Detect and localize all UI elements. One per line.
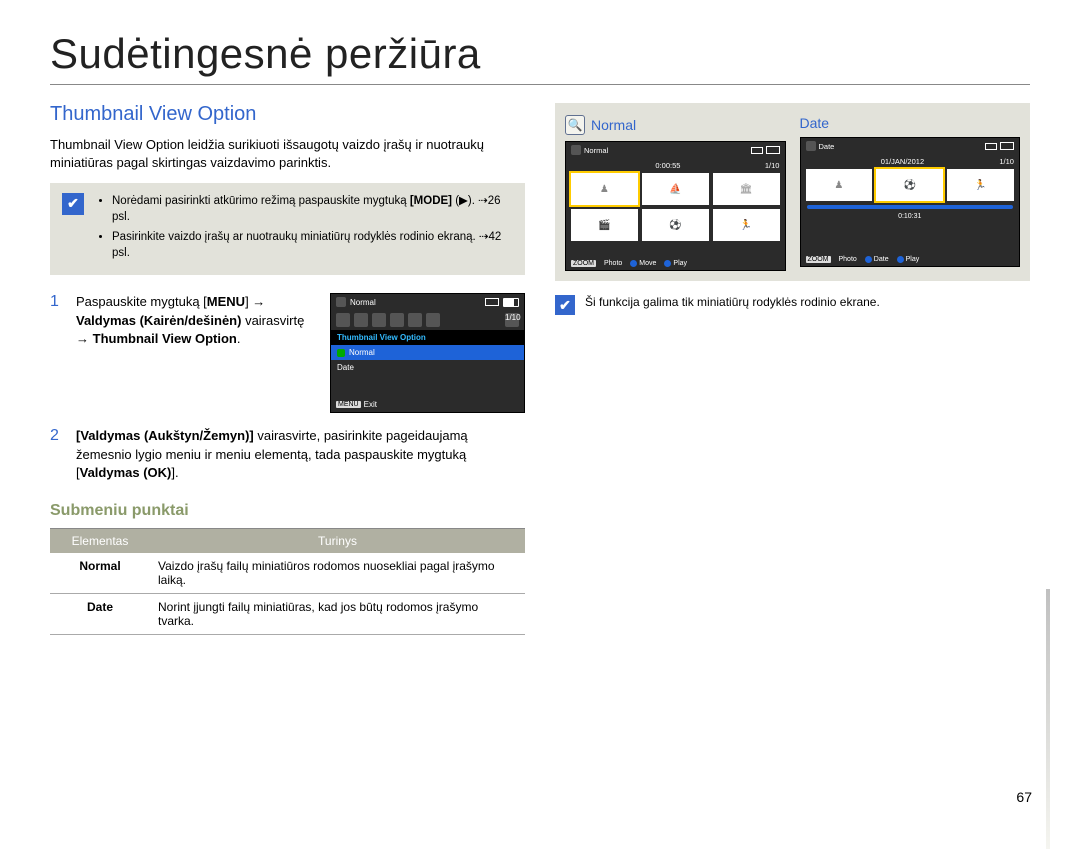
tip-box: ✔ Norėdami pasirinkti atkūrimo režimą pa… xyxy=(50,183,525,275)
check-icon: ✔ xyxy=(62,193,84,215)
thumbnail-cell[interactable]: ⚽ xyxy=(642,209,709,241)
timeline-bar[interactable] xyxy=(807,205,1014,209)
thumbnail-cell[interactable]: ⛵ xyxy=(642,173,709,205)
step-number: 2 xyxy=(50,427,64,482)
th-content: Turinys xyxy=(150,529,525,554)
submenu-table: Elementas Turinys Normal Vaizdo įrašų fa… xyxy=(50,528,525,635)
thumbnail-cell[interactable]: 🏃 xyxy=(947,169,1014,201)
check-icon: ✔ xyxy=(555,295,575,315)
menu-header: Thumbnail View Option xyxy=(331,330,524,345)
thumbnail-cell[interactable]: ⚽ xyxy=(876,169,943,201)
th-element: Elementas xyxy=(50,529,150,554)
preview-normal-screen: Normal 0:00:551/10 ♟ ⛵ 🏛 🎬 ⚽ 🏃 ZOOMPhoto xyxy=(565,141,786,271)
magnifier-icon: 🔍 xyxy=(565,115,585,135)
table-row: Normal Vaizdo įrašų failų miniatiūros ro… xyxy=(50,553,525,594)
preview-date-label: Date xyxy=(800,115,830,131)
section-heading: Thumbnail View Option xyxy=(50,103,525,126)
step-2-text: [Valdymas (Aukštyn/Žemyn)] vairasvirte, … xyxy=(76,427,525,482)
thumbnail-cell[interactable]: ♟ xyxy=(571,173,638,205)
thumbnail-cell[interactable]: ♟ xyxy=(806,169,873,201)
tip-item: Norėdami pasirinkti atkūrimo režimą pasp… xyxy=(112,193,513,225)
thumbnail-cell[interactable]: 🎬 xyxy=(571,209,638,241)
step-1-text: Paspauskite mygtuką [MENU] → Valdymas (K… xyxy=(76,293,318,413)
menu-screenshot: Normal 1/10 Thumbnail View Option Normal… xyxy=(330,293,525,413)
submenu-heading: Submeniu punktai xyxy=(50,502,525,520)
menu-exit[interactable]: MENUExit xyxy=(336,400,377,409)
note-text: Ši funkcija galima tik miniatiūrų rodykl… xyxy=(585,295,880,309)
thumbnail-cell[interactable]: 🏛 xyxy=(713,173,780,205)
page-number: 67 xyxy=(1016,789,1032,805)
tip-item: Pasirinkite vaizdo įrašų ar nuotraukų mi… xyxy=(112,229,513,261)
section-intro: Thumbnail View Option leidžia surikiuoti… xyxy=(50,136,525,171)
table-row: Date Norint įjungti failų miniatiūras, k… xyxy=(50,594,525,635)
menu-item-normal[interactable]: Normal xyxy=(331,345,524,360)
preview-normal-label: Normal xyxy=(591,117,636,133)
menu-item-date[interactable]: Date xyxy=(331,360,524,375)
thumbnail-cell[interactable]: 🏃 xyxy=(713,209,780,241)
page-title: Sudėtingesnė peržiūra xyxy=(50,30,1030,85)
step-number: 1 xyxy=(50,293,64,413)
preview-date-screen: Date 01/JAN/20121/10 ♟ ⚽ 🏃 0:10:31 ZOOMP… xyxy=(800,137,1021,267)
preview-strip: 🔍 Normal Normal 0:00:551/10 ♟ ⛵ 🏛 🎬 ⚽ xyxy=(555,103,1030,281)
